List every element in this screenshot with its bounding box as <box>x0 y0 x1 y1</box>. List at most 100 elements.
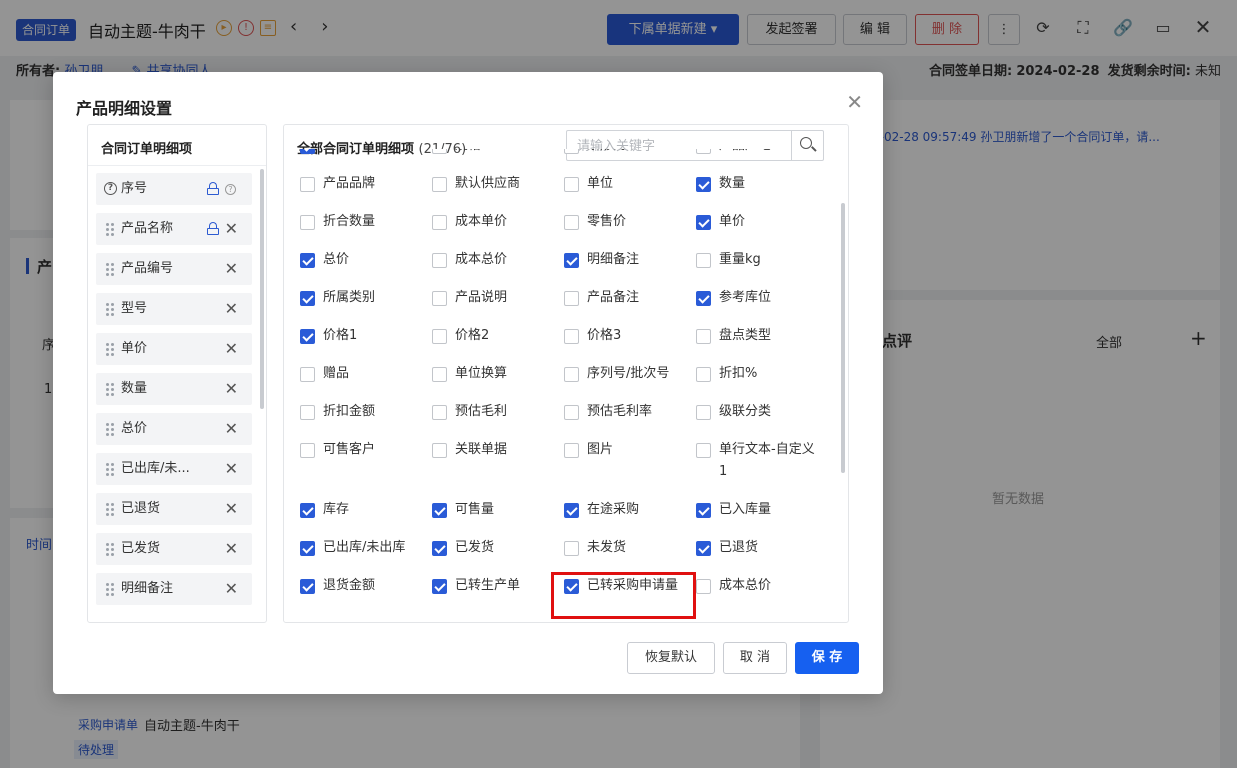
close-icon[interactable]: ✕ <box>846 90 863 114</box>
remove-icon[interactable]: ✕ <box>225 573 238 605</box>
save-button[interactable]: 保 存 <box>795 642 859 674</box>
checkbox[interactable] <box>696 215 711 230</box>
remove-icon[interactable]: ✕ <box>225 293 238 325</box>
drag-handle-icon[interactable] <box>106 543 115 556</box>
reset-default-button[interactable]: 恢复默认 <box>627 642 715 674</box>
checkbox[interactable] <box>564 367 579 382</box>
drag-handle-icon[interactable] <box>106 463 115 476</box>
checkbox[interactable] <box>432 443 447 458</box>
drag-handle-icon[interactable] <box>106 303 115 316</box>
checkbox[interactable] <box>432 253 447 268</box>
selected-item[interactable]: 产品编号 ✕ <box>96 253 252 285</box>
selected-item-label: 产品名称 <box>121 221 174 236</box>
checkbox[interactable] <box>564 443 579 458</box>
checkbox[interactable] <box>564 405 579 420</box>
checkbox[interactable] <box>300 503 315 518</box>
drag-handle-icon[interactable] <box>106 223 115 236</box>
remove-icon[interactable]: ✕ <box>225 533 238 565</box>
checkbox[interactable] <box>432 405 447 420</box>
checkbox-label: 单位换算 <box>455 366 508 381</box>
checkbox[interactable] <box>696 503 711 518</box>
selected-item[interactable]: 已发货 ✕ <box>96 533 252 565</box>
selected-item[interactable]: 已退货 ✕ <box>96 493 252 525</box>
drag-handle-icon[interactable] <box>106 383 115 396</box>
checkbox-label: 单位 <box>587 176 614 191</box>
checkbox[interactable] <box>300 579 315 594</box>
checkbox[interactable] <box>564 541 579 556</box>
checkbox-label: 参考库位 <box>719 290 772 305</box>
selected-item[interactable]: 总价 ✕ <box>96 413 252 445</box>
checkbox-label: 总价 <box>323 252 350 267</box>
remove-icon[interactable]: ✕ <box>225 373 238 405</box>
checkbox[interactable] <box>432 541 447 556</box>
checkbox[interactable] <box>300 215 315 230</box>
checkbox[interactable] <box>300 291 315 306</box>
checkbox[interactable] <box>300 149 315 154</box>
drag-handle-icon[interactable] <box>106 423 115 436</box>
checkbox-label: 产品备注 <box>587 290 640 305</box>
checkbox[interactable] <box>300 253 315 268</box>
selected-item[interactable]: 明细备注 ✕ <box>96 573 252 605</box>
checkbox[interactable] <box>696 541 711 556</box>
checkbox-label: 条形码 <box>587 149 626 157</box>
checkbox[interactable] <box>696 405 711 420</box>
selected-item[interactable]: 已出库/未... ✕ <box>96 453 252 485</box>
checkbox-label: 图片 <box>587 442 614 457</box>
remove-icon[interactable]: ✕ <box>225 213 238 245</box>
drag-handle-icon[interactable] <box>106 583 115 596</box>
checkbox[interactable] <box>564 253 579 268</box>
remove-icon[interactable]: ✕ <box>225 413 238 445</box>
remove-icon[interactable]: ✕ <box>225 453 238 485</box>
cancel-button[interactable]: 取 消 <box>723 642 787 674</box>
checkbox[interactable] <box>696 443 711 458</box>
checkbox[interactable] <box>564 291 579 306</box>
checkbox[interactable] <box>432 291 447 306</box>
selected-item[interactable]: ? 序号? <box>96 173 252 205</box>
checkbox[interactable] <box>696 177 711 192</box>
checkbox[interactable] <box>696 367 711 382</box>
selected-item-label: 总价 <box>121 421 148 436</box>
checkbox[interactable] <box>696 579 711 594</box>
drag-handle-icon[interactable] <box>106 263 115 276</box>
remove-icon[interactable]: ✕ <box>225 493 238 525</box>
product-detail-settings-modal: 产品明细设置 ✕ 合同订单明细项 ? 序号? 产品名称 ✕ 产品编号 ✕ 型号 ✕ 单价 ✕ 数量 ✕… <box>53 72 883 694</box>
checkbox[interactable] <box>564 329 579 344</box>
selected-item[interactable]: 数量 ✕ <box>96 373 252 405</box>
drag-handle-icon[interactable] <box>106 503 115 516</box>
left-scrollbar[interactable] <box>260 169 264 409</box>
checkbox[interactable] <box>300 541 315 556</box>
drag-handle-icon[interactable] <box>106 343 115 356</box>
checkbox[interactable] <box>432 329 447 344</box>
remove-icon[interactable]: ✕ <box>225 253 238 285</box>
checkbox[interactable] <box>300 329 315 344</box>
selected-item[interactable]: 型号 ✕ <box>96 293 252 325</box>
checkbox[interactable] <box>564 177 579 192</box>
checkbox-label: 成本总价 <box>455 252 508 267</box>
checkbox[interactable] <box>300 405 315 420</box>
remove-icon[interactable]: ✕ <box>225 333 238 365</box>
checkbox-label: 预估毛利 <box>455 404 508 419</box>
selected-item[interactable]: 单价 ✕ <box>96 333 252 365</box>
checkbox[interactable] <box>432 177 447 192</box>
checkbox-label: 折合数量 <box>323 214 376 229</box>
checkbox[interactable] <box>564 503 579 518</box>
checkbox-label: 已入库量 <box>719 502 772 517</box>
checkbox[interactable] <box>300 177 315 192</box>
checkbox[interactable] <box>432 367 447 382</box>
checkbox[interactable] <box>696 329 711 344</box>
checkbox-label: 可售量 <box>455 502 495 517</box>
checkbox[interactable] <box>432 149 447 154</box>
checkbox[interactable] <box>564 149 579 154</box>
checkbox[interactable] <box>696 253 711 268</box>
checkbox[interactable] <box>564 215 579 230</box>
checkbox[interactable] <box>432 215 447 230</box>
checkbox[interactable] <box>300 443 315 458</box>
checkbox[interactable] <box>432 503 447 518</box>
checkbox-label: 库存 <box>323 502 350 517</box>
checkbox[interactable] <box>432 579 447 594</box>
checkbox[interactable] <box>696 149 711 154</box>
selected-item[interactable]: 产品名称 ✕ <box>96 213 252 245</box>
right-scrollbar[interactable] <box>841 203 845 473</box>
checkbox[interactable] <box>696 291 711 306</box>
checkbox[interactable] <box>300 367 315 382</box>
